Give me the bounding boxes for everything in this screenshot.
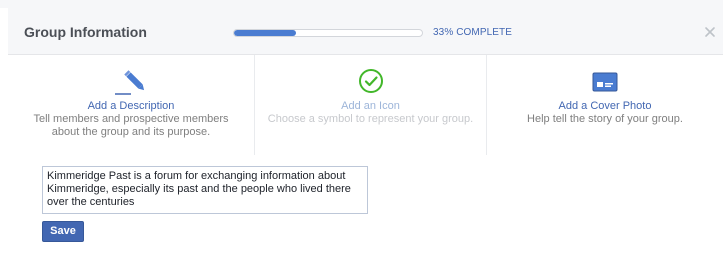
- step-description: Tell members and prospective members abo…: [33, 113, 229, 138]
- group-info-dialog: Group Information 33% COMPLETE Add a Des…: [0, 0, 723, 267]
- dialog-title: Group Information: [24, 24, 147, 40]
- checkmark-circle-icon: [358, 68, 384, 99]
- step-add-cover-photo[interactable]: Add a Cover Photo Help tell the story of…: [486, 55, 723, 155]
- progress-bar: [233, 29, 423, 37]
- cover-photo-icon: [592, 72, 618, 97]
- step-add-description[interactable]: Add a Description Tell members and prosp…: [8, 55, 254, 155]
- close-icon: [705, 27, 715, 37]
- step-title: Add an Icon: [341, 100, 400, 112]
- description-textarea[interactable]: Kimmeridge Past is a forum for exchangin…: [42, 166, 368, 214]
- close-button[interactable]: [701, 23, 719, 41]
- progress-label: 33% COMPLETE: [433, 27, 513, 38]
- step-title[interactable]: Add a Cover Photo: [487, 100, 723, 113]
- progress-fill: [234, 30, 297, 36]
- pencil-icon: [109, 66, 153, 101]
- step-add-icon: Add an Icon Choose a symbol to represent…: [254, 55, 486, 155]
- step-title[interactable]: Add a Description: [8, 100, 254, 113]
- dialog-body: Add a Description Tell members and prosp…: [8, 55, 723, 267]
- step-description: Choose a symbol to represent your group.: [267, 113, 474, 125]
- dialog-header: Group Information 33% COMPLETE: [8, 8, 723, 55]
- step-description: Help tell the story of your group.: [527, 113, 683, 125]
- save-button[interactable]: Save: [42, 221, 84, 242]
- top-strip: [0, 0, 723, 8]
